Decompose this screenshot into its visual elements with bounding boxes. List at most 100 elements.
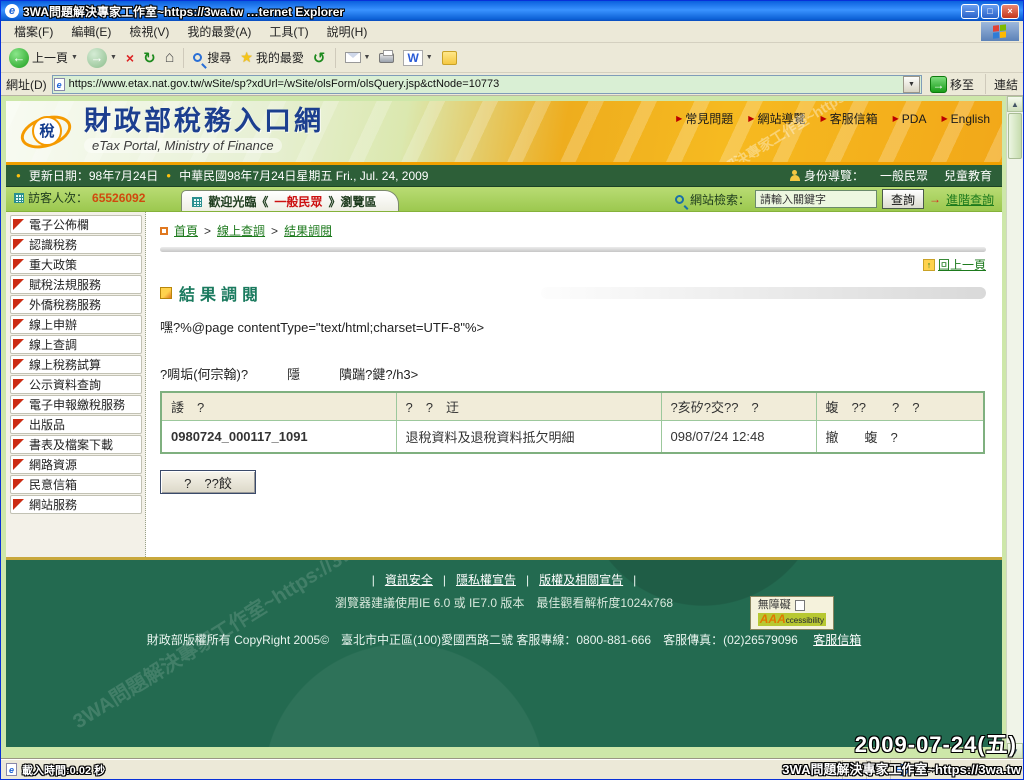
restore-button[interactable]: □ xyxy=(981,4,999,19)
menu-view[interactable]: 檢視(V) xyxy=(120,21,178,42)
sidebar-item-online-query[interactable]: 線上查調 xyxy=(10,335,142,354)
forward-button[interactable]: → ▼ xyxy=(84,46,120,70)
go-button[interactable]: → 移至 xyxy=(927,76,977,93)
sidebar-item-publications[interactable]: 出版品 xyxy=(10,415,142,434)
home-button[interactable]: ⌂ xyxy=(162,47,178,69)
mail-button[interactable]: ▼ xyxy=(342,50,374,65)
scroll-track[interactable] xyxy=(1007,160,1023,743)
history-button[interactable]: ↺ xyxy=(310,47,329,69)
favorites-label: 我的最愛 xyxy=(256,49,304,66)
link-pda[interactable]: ▶PDA xyxy=(893,110,927,127)
sidebar-item-resources[interactable]: 網路資源 xyxy=(10,455,142,474)
sidebar-item-public-data[interactable]: 公示資料查詢 xyxy=(10,375,142,394)
site-banner: 稅 財政部稅務入口網 eTax Portal, Ministry of Fina… xyxy=(6,101,1002,165)
word-dropdown-icon[interactable]: ▼ xyxy=(426,54,433,61)
mail-dropdown-icon[interactable]: ▼ xyxy=(364,54,371,61)
accessibility-badge[interactable]: 無障礙 AAAccessibility xyxy=(750,596,834,630)
cell-datetime: 098/07/24 12:48 xyxy=(661,421,816,454)
red-corner-icon xyxy=(13,319,24,330)
footer-service-mail-link[interactable]: 客服信箱 xyxy=(813,633,861,647)
red-corner-icon xyxy=(13,259,24,270)
link-faq[interactable]: ▶常見問題 xyxy=(676,110,733,127)
menu-favorites[interactable]: 我的最愛(A) xyxy=(178,21,260,42)
garbled-text: ?啁垢(何宗翰)? 隱 隤踹?鍵?/h3> xyxy=(160,364,986,383)
search-button[interactable]: 搜尋 xyxy=(190,47,234,68)
address-field[interactable]: e https://www.etax.nat.gov.tw/wSite/sp?x… xyxy=(52,75,922,94)
print-button[interactable] xyxy=(376,51,397,65)
red-corner-icon xyxy=(13,459,24,470)
badge-rest: ccessibility xyxy=(786,616,824,625)
edit-word-button[interactable]: W ▼ xyxy=(400,48,435,68)
mail-icon xyxy=(345,52,361,63)
site-search-button[interactable]: 查詢 xyxy=(882,189,924,209)
favorites-button[interactable]: ★ 我的最愛 xyxy=(237,47,307,68)
sidebar-item-foreign[interactable]: 外僑稅務服務 xyxy=(10,295,142,314)
red-corner-icon xyxy=(13,219,24,230)
link-sitemap[interactable]: ▶網站導覽 xyxy=(748,110,805,127)
close-button[interactable]: × xyxy=(1001,4,1019,19)
address-dropdown-button[interactable]: ▼ xyxy=(903,76,920,93)
menu-edit[interactable]: 編輯(E) xyxy=(62,21,120,42)
footer-link-security[interactable]: 資訊安全 xyxy=(385,571,433,588)
breadcrumb-result[interactable]: 結果調閱 xyxy=(284,222,332,239)
link-english[interactable]: ▶English xyxy=(941,110,990,127)
window-title: 3WA問題解決專家工作室~https://3wa.tw …ternet Expl… xyxy=(23,3,957,20)
site-titles: 財政部稅務入口網 eTax Portal, Ministry of Financ… xyxy=(84,108,324,155)
watermark-date: 2009-07-24(五) xyxy=(855,727,1017,759)
stop-button[interactable]: × xyxy=(123,48,137,68)
etax-logo-icon[interactable]: 稅 xyxy=(20,109,74,155)
sidebar-item-opinion[interactable]: 民意信箱 xyxy=(10,475,142,494)
vertical-scrollbar[interactable]: ▲ ▼ xyxy=(1006,96,1023,759)
welcome-tab: 歡迎光臨《 一般民眾 》瀏覽區 xyxy=(181,190,399,211)
identity-link-public[interactable]: 一般民眾 xyxy=(880,167,928,184)
cell-file-id[interactable]: 0980724_000117_1091 xyxy=(161,421,396,454)
back-page-link[interactable]: 回上一頁 xyxy=(938,256,986,273)
link-service-mail[interactable]: ▶客服信箱 xyxy=(820,110,877,127)
col-header-2: ? ? 迂 xyxy=(396,392,661,421)
breadcrumb-home[interactable]: 首頁 xyxy=(174,222,198,239)
menu-tools[interactable]: 工具(T) xyxy=(260,21,317,42)
sidebar-item-online-apply[interactable]: 線上申辦 xyxy=(10,315,142,334)
footer-link-copyright[interactable]: 版權及相關宣告 xyxy=(539,571,623,588)
favorites-star-icon: ★ xyxy=(240,49,253,66)
links-label[interactable]: 連結 xyxy=(994,76,1018,93)
identity-link-children[interactable]: 兒童教育 xyxy=(944,167,992,184)
back-label: 上一頁 xyxy=(32,49,68,66)
site-search-input[interactable] xyxy=(755,190,877,208)
status-text: 載入時間:0.02 秒 xyxy=(22,762,105,778)
scroll-up-button[interactable]: ▲ xyxy=(1007,96,1023,112)
watermark-site: 3WA問題解決專家工作室~https://3wa.tw xyxy=(782,759,1021,778)
title-bar: e 3WA問題解決專家工作室~https://3wa.tw …ternet Ex… xyxy=(1,1,1023,21)
site-title: 財政部稅務入口網 xyxy=(84,108,324,136)
sidebar-item-web-service[interactable]: 網站服務 xyxy=(10,495,142,514)
breadcrumb-online-query[interactable]: 線上查調 xyxy=(217,222,265,239)
refresh-button[interactable]: ↻ xyxy=(140,47,159,69)
back-dropdown-icon[interactable]: ▼ xyxy=(71,54,78,61)
advanced-search-link[interactable]: 進階查詢 xyxy=(946,191,994,208)
messenger-button[interactable] xyxy=(439,49,460,67)
sidebar-item-tax-law[interactable]: 賦稅法規服務 xyxy=(10,275,142,294)
sidebar-item-know-tax[interactable]: 認識稅務 xyxy=(10,235,142,254)
sidebar-item-efiling[interactable]: 電子申報繳稅服務 xyxy=(10,395,142,414)
red-corner-icon xyxy=(13,439,24,450)
page-title: 結果調閱 xyxy=(179,281,263,305)
scroll-thumb[interactable] xyxy=(1008,113,1022,159)
menu-file[interactable]: 檔案(F) xyxy=(5,21,62,42)
footer-link-privacy[interactable]: 隱私權宣告 xyxy=(456,571,516,588)
action-button[interactable]: ? ??餃 xyxy=(160,470,256,494)
back-button[interactable]: ← 上一頁 ▼ xyxy=(6,46,81,70)
red-corner-icon xyxy=(13,479,24,490)
sidebar-item-tax-calc[interactable]: 線上稅務試算 xyxy=(10,355,142,374)
toolbar-separator xyxy=(183,48,184,68)
green-bar: 訪客人次： 65526092 歡迎光臨《 一般民眾 》瀏覽區 網站檢索： 查詢 … xyxy=(6,187,1002,212)
sidebar-item-policy[interactable]: 重大政策 xyxy=(10,255,142,274)
red-corner-icon xyxy=(13,239,24,250)
sidebar-item-bulletin[interactable]: 電子公佈欄 xyxy=(10,215,142,234)
sidebar-item-downloads[interactable]: 書表及檔案下載 xyxy=(10,435,142,454)
minimize-button[interactable]: — xyxy=(961,4,979,19)
menu-help[interactable]: 說明(H) xyxy=(318,21,377,42)
address-url[interactable]: https://www.etax.nat.gov.tw/wSite/sp?xdU… xyxy=(69,78,899,90)
forward-dropdown-icon[interactable]: ▼ xyxy=(110,54,117,61)
home-icon: ⌂ xyxy=(165,49,175,67)
forward-icon: → xyxy=(87,48,107,68)
